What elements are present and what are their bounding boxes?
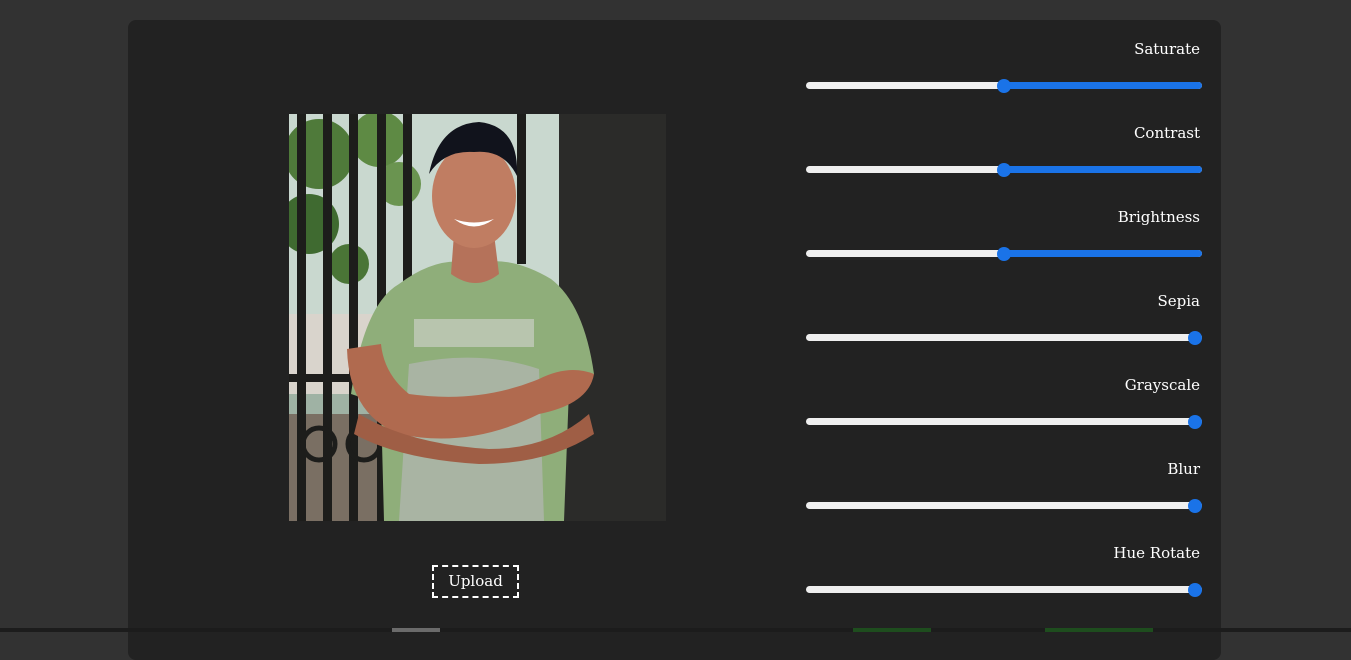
slider-thumb[interactable] <box>1188 331 1202 345</box>
slider-track <box>806 418 1202 425</box>
filter-control-hue-rotate: Hue Rotate <box>806 542 1202 626</box>
filter-label: Saturate <box>1134 40 1200 58</box>
saturate-slider[interactable] <box>806 76 1202 96</box>
brightness-slider[interactable] <box>806 244 1202 264</box>
slider-thumb[interactable] <box>997 163 1011 177</box>
slider-thumb[interactable] <box>1188 499 1202 513</box>
filter-label: Hue Rotate <box>1113 544 1200 562</box>
slider-thumb[interactable] <box>997 247 1011 261</box>
taskbar-segment <box>853 628 931 632</box>
filter-label: Grayscale <box>1124 376 1200 394</box>
contrast-slider[interactable] <box>806 160 1202 180</box>
preview-image <box>289 114 666 521</box>
filter-controls: Saturate Contrast Brightness Sepia Grayscale… <box>806 38 1202 626</box>
slider-thumb[interactable] <box>1188 583 1202 597</box>
filter-label: Sepia <box>1157 292 1201 310</box>
filter-label: Contrast <box>1133 124 1200 142</box>
slider-thumb[interactable] <box>1188 415 1202 429</box>
slider-track <box>806 502 1202 509</box>
bottom-taskbar-strip <box>0 628 1351 632</box>
slider-thumb[interactable] <box>997 79 1011 93</box>
filter-control-blur: Blur <box>806 458 1202 542</box>
filter-control-saturate: Saturate <box>806 38 1202 122</box>
editor-panel: Upload Saturate Contrast Brightness Sepia Gr… <box>128 20 1221 660</box>
sepia-slider[interactable] <box>806 328 1202 348</box>
hue-rotate-slider[interactable] <box>806 580 1202 600</box>
slider-track <box>806 334 1202 341</box>
slider-fill <box>1004 250 1202 257</box>
filter-control-brightness: Brightness <box>806 206 1202 290</box>
filter-control-contrast: Contrast <box>806 122 1202 206</box>
slider-track <box>806 586 1202 593</box>
upload-button[interactable]: Upload <box>432 565 519 598</box>
filter-label: Brightness <box>1117 208 1200 226</box>
blur-slider[interactable] <box>806 496 1202 516</box>
filter-control-grayscale: Grayscale <box>806 374 1202 458</box>
filter-label: Blur <box>1167 460 1200 478</box>
taskbar-segment <box>392 628 440 632</box>
taskbar-segment <box>1045 628 1153 632</box>
slider-fill <box>1004 82 1202 89</box>
slider-fill <box>1004 166 1202 173</box>
grayscale-slider[interactable] <box>806 412 1202 432</box>
filter-control-sepia: Sepia <box>806 290 1202 374</box>
